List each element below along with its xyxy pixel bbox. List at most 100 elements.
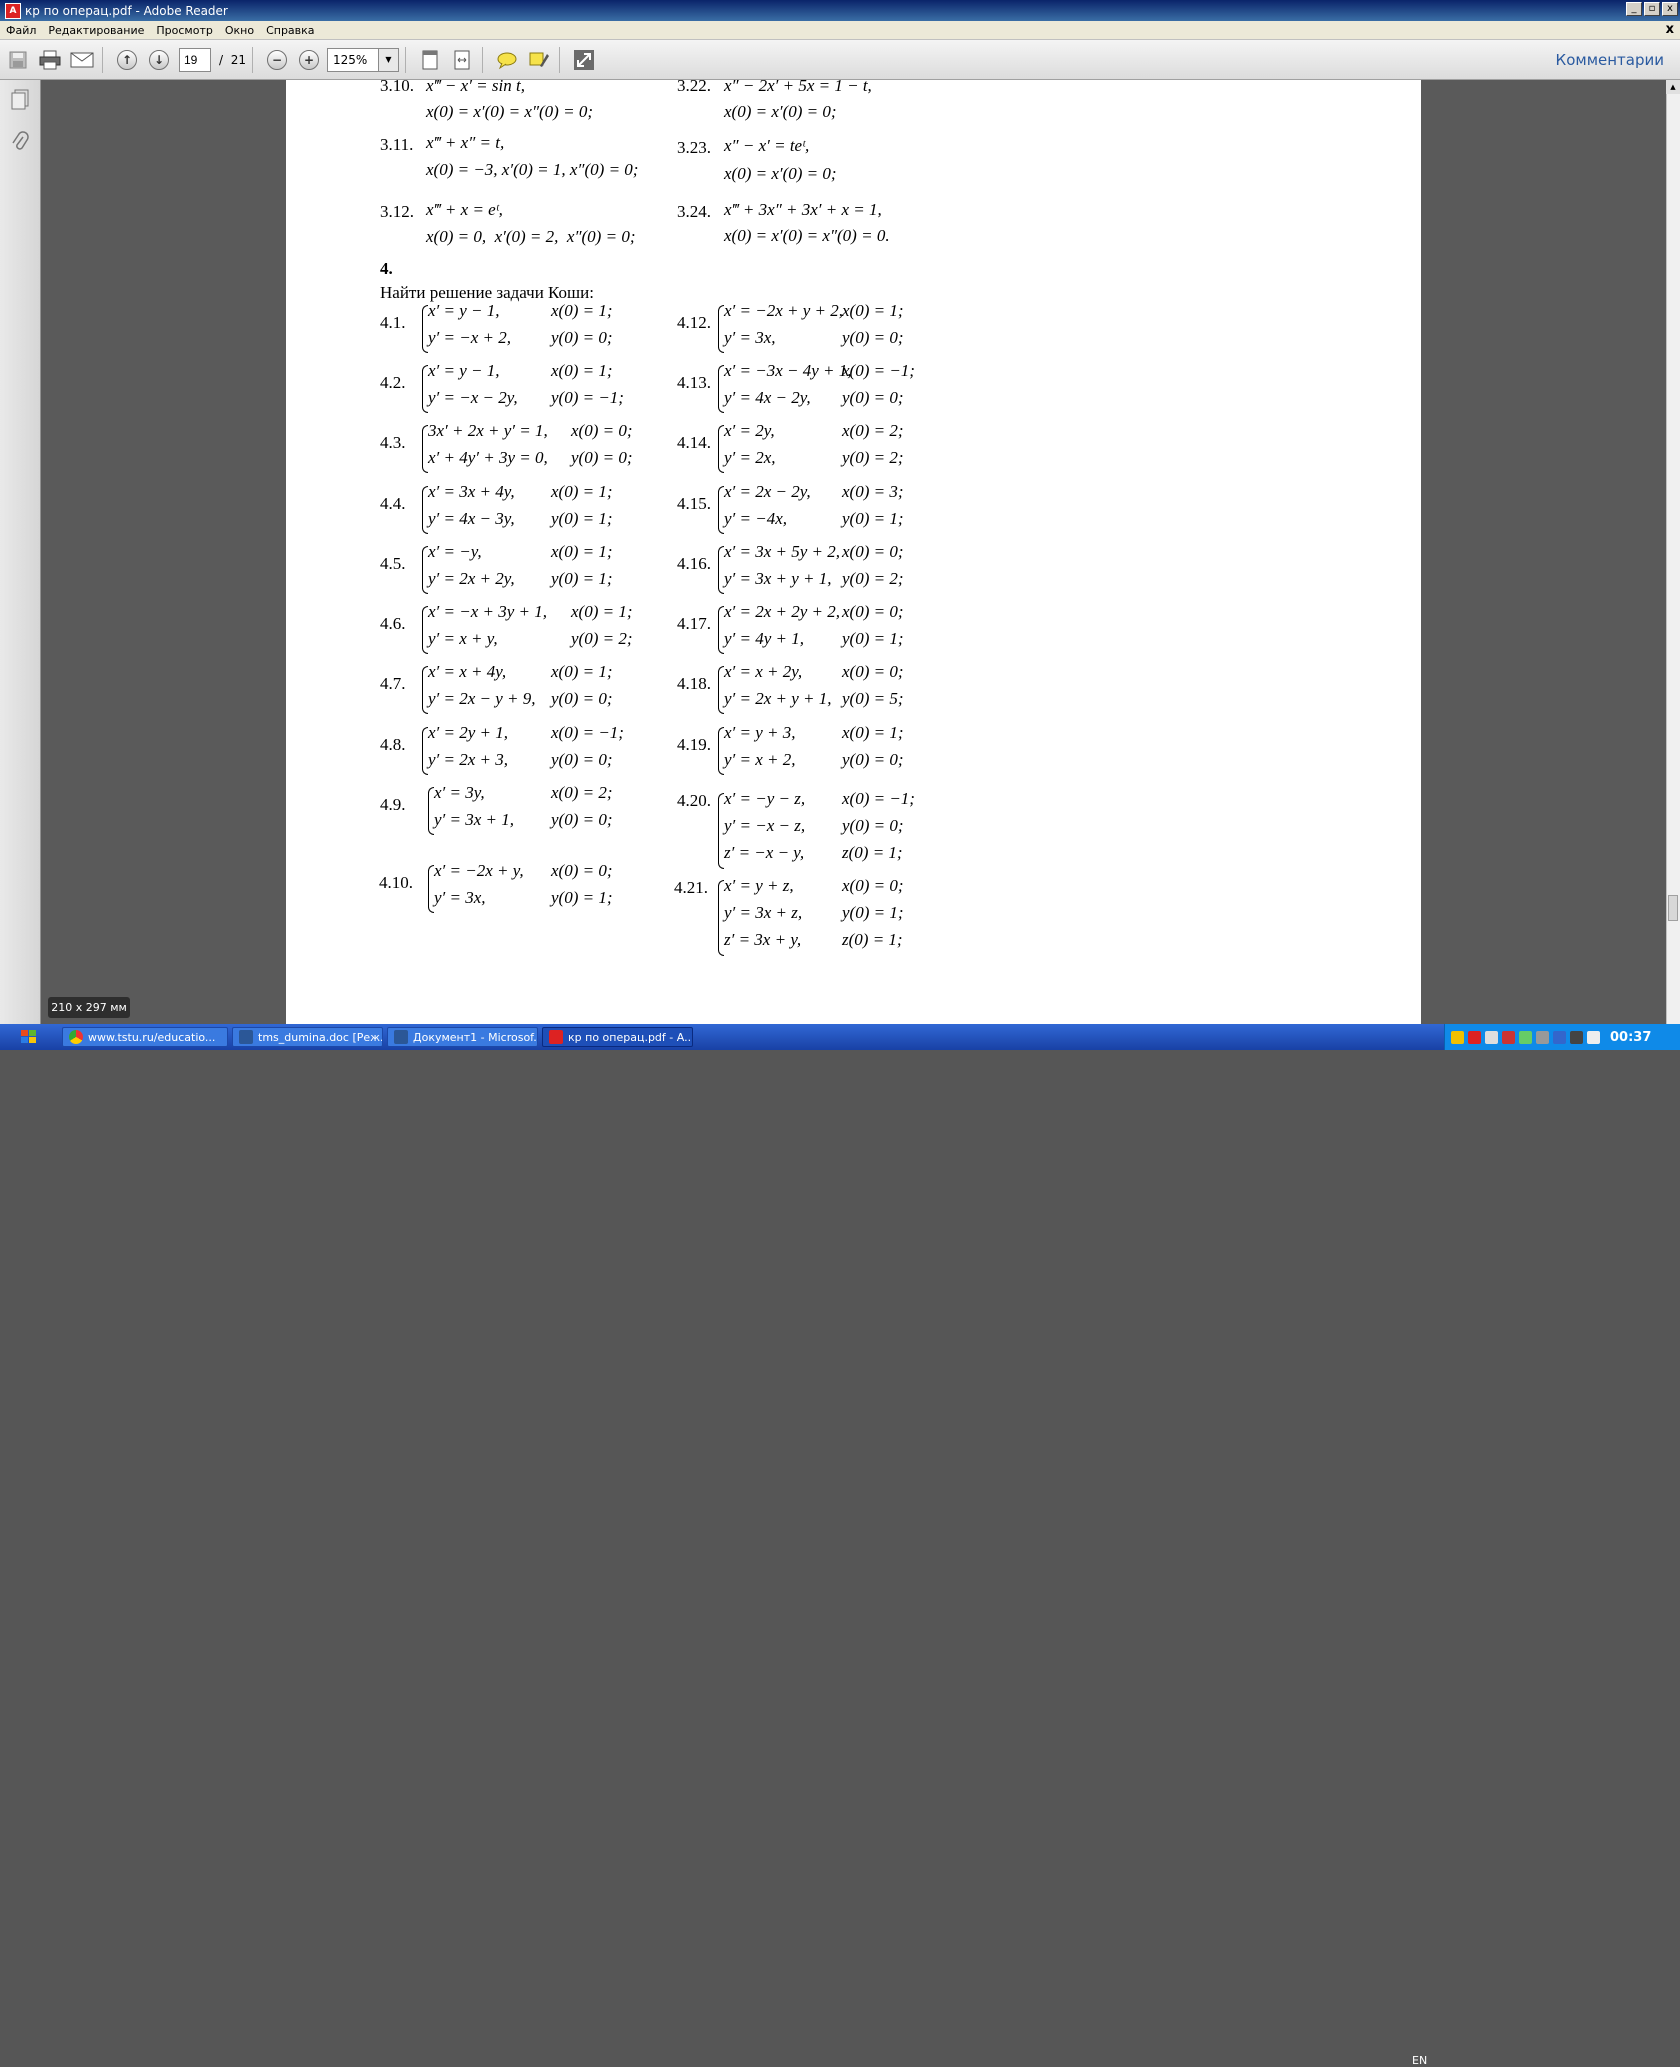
windows-logo-icon xyxy=(21,1030,36,1043)
battery-icon[interactable] xyxy=(1519,1030,1532,1044)
initial-condition: y(0) = 2; xyxy=(571,629,633,648)
fit-page-button[interactable] xyxy=(416,46,444,74)
page-number-input[interactable] xyxy=(179,47,211,72)
menu-help[interactable]: Справка xyxy=(260,24,320,37)
initial-condition: y(0) = 0; xyxy=(551,810,613,829)
initial-condition: x(0) = 1; xyxy=(842,301,904,320)
initial-condition: y(0) = 1; xyxy=(842,629,904,648)
taskbar-item-word-new[interactable]: Документ1 - Microsof... xyxy=(387,1027,538,1047)
pdf-tray-icon[interactable] xyxy=(1468,1030,1481,1044)
system-equation: y′ = 4x − 2y, xyxy=(724,388,811,407)
comments-panel-link[interactable]: Комментарии xyxy=(1556,51,1664,69)
arrow-down-icon: ↓ xyxy=(149,49,169,70)
language-indicator[interactable]: EN xyxy=(1412,2054,1427,2067)
fit-width-button[interactable] xyxy=(448,46,476,74)
task-label: Документ1 - Microsof... xyxy=(413,1030,538,1044)
network-icon[interactable] xyxy=(1485,1030,1498,1044)
expand-button[interactable] xyxy=(570,46,598,74)
plus-icon: + xyxy=(298,49,319,70)
scroll-up-button[interactable]: ▲ xyxy=(1666,80,1680,94)
system-equation: x′ = y − 1, xyxy=(428,361,500,380)
system-equation: x′ = −x + 3y + 1, xyxy=(428,602,547,621)
print-icon xyxy=(39,50,61,69)
problem-number: 4.13. xyxy=(677,373,711,392)
system-equation: x′ = 2x + 2y + 2, xyxy=(724,602,841,621)
problem-number: 3.10. xyxy=(380,76,414,95)
initial-condition: y(0) = 0; xyxy=(842,328,904,347)
scrollbar-thumb[interactable] xyxy=(1668,895,1678,921)
bluetooth-icon[interactable] xyxy=(1570,1030,1583,1044)
menu-file[interactable]: Файл xyxy=(0,24,42,37)
taskbar-item-word-doc[interactable]: tms_dumina.doc [Реж... xyxy=(232,1027,383,1047)
title-bar: A кр по операц.pdf - Adobe Reader _ ▫ x xyxy=(0,0,1680,21)
speech-bubble-icon xyxy=(497,52,517,69)
menu-view[interactable]: Просмотр xyxy=(150,24,218,37)
system-equation: y′ = 4y + 1, xyxy=(724,629,805,648)
initial-condition: x(0) = 0; xyxy=(842,602,904,621)
system-equation: x′ = −2x + y + 2, xyxy=(724,301,843,320)
next-page-button[interactable]: ↓ xyxy=(145,46,173,74)
taskbar-item-browser[interactable]: www.tstu.ru/educatio... xyxy=(62,1027,228,1047)
start-button[interactable] xyxy=(0,1024,58,1050)
problem-number: 4.3. xyxy=(380,433,406,452)
system-equation: y′ = −x − z, xyxy=(724,816,806,835)
problem-number: 4.17. xyxy=(677,614,711,633)
comment-button[interactable] xyxy=(493,46,521,74)
problem-number: 4.10. xyxy=(379,873,413,892)
initial-conditions: x(0) = −3, x′(0) = 1, x″(0) = 0; xyxy=(426,160,639,179)
zoom-out-button[interactable]: − xyxy=(263,46,291,74)
taskbar-item-adobe-reader[interactable]: кр по операц.pdf - A... xyxy=(542,1027,693,1047)
chevron-down-icon[interactable]: ▼ xyxy=(377,48,398,71)
document-close-button[interactable]: x xyxy=(1666,22,1674,37)
page-size-tooltip: 210 x 297 мм xyxy=(48,997,130,1018)
system-equation: 3x′ + 2x + y′ = 1, xyxy=(428,421,548,440)
zoom-in-button[interactable]: + xyxy=(295,46,323,74)
initial-condition: x(0) = 0; xyxy=(842,662,904,681)
previous-page-button[interactable]: ↑ xyxy=(113,46,141,74)
problem-number: 4.5. xyxy=(380,554,406,573)
save-button[interactable] xyxy=(4,46,32,74)
minimize-button[interactable]: _ xyxy=(1626,2,1642,16)
info-icon[interactable] xyxy=(1553,1030,1566,1044)
initial-condition: x(0) = −1; xyxy=(551,723,624,742)
initial-condition: y(0) = 0; xyxy=(551,689,613,708)
initial-conditions: x(0) = 0, x′(0) = 2, x″(0) = 0; xyxy=(426,227,636,246)
problem-number: 3.11. xyxy=(380,135,414,154)
problem-number: 3.22. xyxy=(677,76,711,95)
equation: x‴ + x = eᵗ, xyxy=(426,200,503,219)
tools-icon[interactable] xyxy=(1502,1030,1515,1044)
system-equation: x′ = −2x + y, xyxy=(434,861,524,880)
initial-conditions: x(0) = x′(0) = 0; xyxy=(724,164,837,183)
system-equation: x′ = −y − z, xyxy=(724,789,806,808)
initial-condition: y(0) = 5; xyxy=(842,689,904,708)
maximize-button[interactable]: ▫ xyxy=(1644,2,1660,16)
menu-window[interactable]: Окно xyxy=(219,24,260,37)
close-button[interactable]: x xyxy=(1662,2,1678,16)
highlight-button[interactable] xyxy=(525,46,553,74)
system-equation: y′ = −4x, xyxy=(724,509,788,528)
initial-condition: z(0) = 1; xyxy=(842,930,903,949)
menu-edit[interactable]: Редактирование xyxy=(42,24,150,37)
pages-icon[interactable] xyxy=(9,88,31,112)
print-button[interactable] xyxy=(36,46,64,74)
initial-condition: y(0) = 0; xyxy=(551,328,613,347)
initial-condition: y(0) = 2; xyxy=(842,569,904,588)
system-equation: y′ = −x − 2y, xyxy=(428,388,518,407)
initial-condition: y(0) = 1; xyxy=(842,509,904,528)
problem-number: 4.8. xyxy=(380,735,406,754)
volume-icon[interactable] xyxy=(1587,1030,1600,1044)
update-icon[interactable] xyxy=(1536,1030,1549,1044)
equation: x‴ + 3x″ + 3x′ + x = 1, xyxy=(724,200,882,219)
system-equation: x′ = 3x + 4y, xyxy=(428,482,515,501)
problem-number: 3.12. xyxy=(380,202,414,221)
email-button[interactable] xyxy=(68,46,96,74)
problem-number: 4.21. xyxy=(674,878,708,897)
email-icon xyxy=(70,52,94,67)
system-equation: y′ = 3x + y + 1, xyxy=(724,569,832,588)
task-label: кр по операц.pdf - A... xyxy=(568,1030,693,1044)
paperclip-icon[interactable] xyxy=(9,130,31,154)
shield-icon[interactable] xyxy=(1451,1030,1464,1044)
system-equation: y′ = x + 2, xyxy=(724,750,796,769)
zoom-select[interactable]: 125% ▼ xyxy=(326,47,399,72)
vertical-scrollbar[interactable] xyxy=(1666,80,1680,1024)
